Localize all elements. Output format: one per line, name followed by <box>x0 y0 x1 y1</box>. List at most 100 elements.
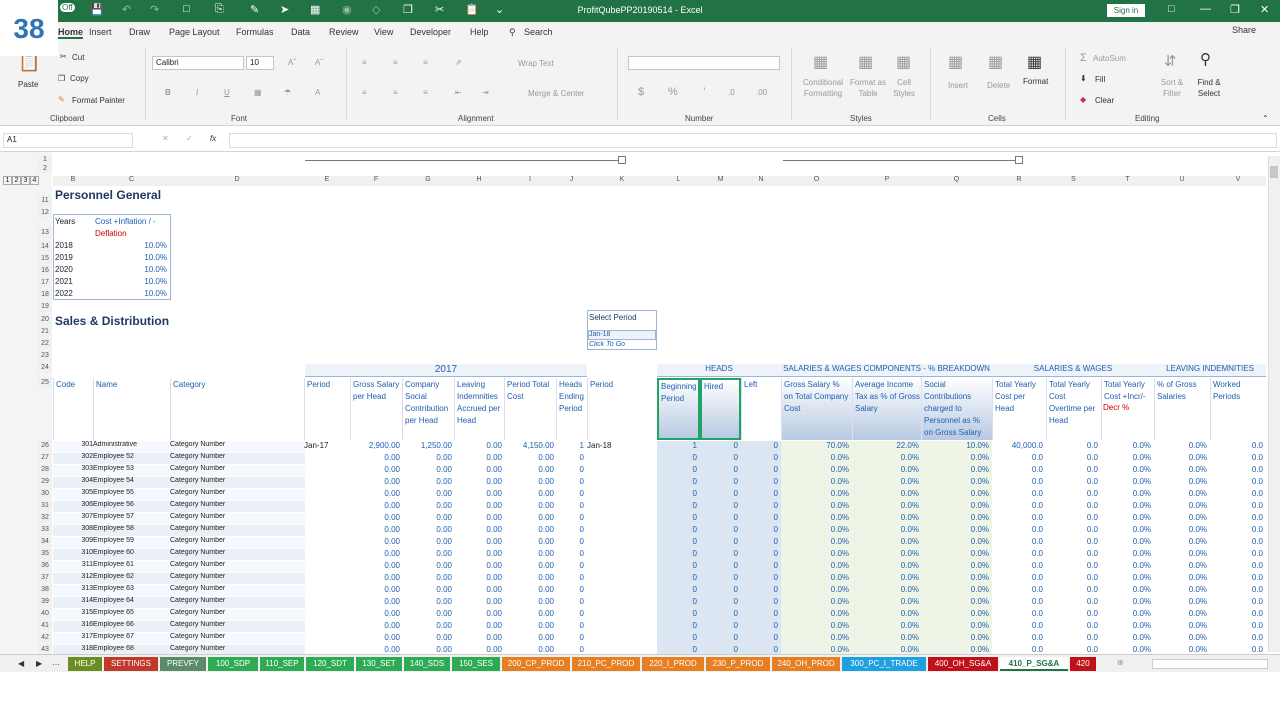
tab-insert[interactable]: Insert <box>89 27 112 37</box>
left-cell[interactable]: 0 <box>741 597 778 608</box>
name-cell[interactable]: Employee 66 <box>93 621 170 632</box>
currency-icon[interactable]: $ <box>638 86 644 98</box>
gross-pct-cell[interactable]: 0.0% <box>781 645 849 654</box>
sheet-tab[interactable]: 100_SDP <box>208 657 258 671</box>
yearly-cost-cell[interactable]: 0.0 <box>992 609 1043 620</box>
social-contribution-cell[interactable]: 0.00 <box>402 573 452 584</box>
increment-cell[interactable]: 0.0% <box>1101 573 1151 584</box>
row-header[interactable]: 18 <box>38 289 52 300</box>
increment-cell[interactable]: 0.0% <box>1101 597 1151 608</box>
gross-salary-cell[interactable]: 0.00 <box>350 513 400 524</box>
overtime-cell[interactable]: 0.0 <box>1046 453 1098 464</box>
left-cell[interactable]: 0 <box>741 465 778 476</box>
column-header[interactable]: F <box>350 176 402 186</box>
contribution-pct-cell[interactable]: 0.0% <box>921 513 989 524</box>
contribution-pct-cell[interactable]: 0.0% <box>921 573 989 584</box>
gross-salary-cell[interactable]: 0.00 <box>350 477 400 488</box>
copy-icon[interactable]: ❐ <box>58 74 65 83</box>
category-cell[interactable]: Category Number <box>170 549 304 560</box>
fill-color-icon[interactable]: ☂ <box>284 88 291 97</box>
name-cell[interactable]: Employee 57 <box>93 513 170 524</box>
increment-cell[interactable]: 0.0% <box>1101 585 1151 596</box>
row-header[interactable]: 33 <box>38 524 52 535</box>
name-cell[interactable]: Administrative <box>93 441 170 452</box>
left-cell[interactable]: 0 <box>741 477 778 488</box>
worked-periods-cell[interactable]: 0.0 <box>1210 501 1263 512</box>
contribution-pct-cell[interactable]: 0.0% <box>921 645 989 654</box>
period-cell[interactable]: Jan-17 <box>304 441 350 452</box>
hired-cell[interactable]: 0 <box>700 441 738 452</box>
column-header[interactable]: V <box>1210 176 1266 186</box>
search-icon[interactable]: ⚲ <box>509 27 516 38</box>
left-cell[interactable]: 0 <box>741 501 778 512</box>
share-button[interactable]: Share <box>1232 25 1256 35</box>
row-header[interactable]: 15 <box>38 253 52 264</box>
row-header[interactable]: 1 <box>38 156 52 164</box>
yearly-cost-cell[interactable]: 0.0 <box>992 621 1043 632</box>
column-header[interactable]: I <box>504 176 556 186</box>
increment-cell[interactable]: 0.0% <box>1101 453 1151 464</box>
bottom-align-icon[interactable]: ≡ <box>423 58 428 67</box>
increment-cell[interactable]: 0.0% <box>1101 645 1151 654</box>
contribution-pct-cell[interactable]: 0.0% <box>921 465 989 476</box>
gross-salary-cell[interactable]: 0.00 <box>350 549 400 560</box>
worksheet-grid[interactable]: 1 2 1 2 3 4 BCDEFGHIJKLMNOPQRSTUV 11 12 13… <box>0 152 1280 654</box>
social-contribution-cell[interactable]: 0.00 <box>402 645 452 654</box>
gross-pct-cell[interactable]: 70.0% <box>781 441 849 452</box>
conditional-formatting-button[interactable]: Conditional Formatting <box>800 77 846 99</box>
left-cell[interactable]: 0 <box>741 537 778 548</box>
sheet-tab[interactable]: 400_OH_SG&A <box>928 657 998 671</box>
tab-developer[interactable]: Developer <box>410 27 451 37</box>
outline-level-button[interactable]: 2 <box>12 176 21 185</box>
align-right-icon[interactable]: ≡ <box>423 88 428 97</box>
gross-salary-cell[interactable]: 0.00 <box>350 465 400 476</box>
row-header[interactable]: 14 <box>38 241 52 252</box>
social-contribution-cell[interactable]: 0.00 <box>402 453 452 464</box>
beginning-heads-cell[interactable]: 0 <box>657 549 697 560</box>
name-cell[interactable]: Employee 58 <box>93 525 170 536</box>
merge-center-button[interactable]: Merge & Center <box>528 89 584 98</box>
column-header[interactable]: T <box>1101 176 1154 186</box>
wrap-text-button[interactable]: Wrap Text <box>518 59 554 68</box>
gross-pct-cell[interactable]: 0.0% <box>781 501 849 512</box>
column-header[interactable]: H <box>454 176 504 186</box>
tab-formulas[interactable]: Formulas <box>236 27 274 37</box>
row-header[interactable]: 37 <box>38 572 52 583</box>
worked-periods-cell[interactable]: 0.0 <box>1210 609 1263 620</box>
row-header[interactable]: 29 <box>38 476 52 487</box>
sheet-tab[interactable]: PREVFY <box>160 657 206 671</box>
contribution-pct-cell[interactable]: 0.0% <box>921 597 989 608</box>
overtime-cell[interactable]: 0.0 <box>1046 441 1098 452</box>
gross-pct-cell[interactable]: 0.0% <box>781 465 849 476</box>
yearly-cost-cell[interactable]: 0.0 <box>992 537 1043 548</box>
beginning-heads-cell[interactable]: 0 <box>657 609 697 620</box>
overtime-cell[interactable]: 0.0 <box>1046 501 1098 512</box>
increment-cell[interactable]: 0.0% <box>1101 477 1151 488</box>
gross-salary-cell[interactable]: 0.00 <box>350 573 400 584</box>
category-cell[interactable]: Category Number <box>170 621 304 632</box>
clear-icon[interactable]: ◆ <box>1080 95 1086 104</box>
income-tax-cell[interactable]: 0.0% <box>852 561 919 572</box>
sheet-tab[interactable]: 150_SES <box>452 657 500 671</box>
pct-gross-cell[interactable]: 0.0% <box>1154 453 1207 464</box>
income-tax-cell[interactable]: 0.0% <box>852 597 919 608</box>
name-cell[interactable]: Employee 62 <box>93 573 170 584</box>
sheet-tab[interactable]: 420 <box>1070 657 1096 671</box>
category-cell[interactable]: Category Number <box>170 441 304 452</box>
worked-periods-cell[interactable]: 0.0 <box>1210 585 1263 596</box>
beginning-heads-cell[interactable]: 0 <box>657 525 697 536</box>
increase-indent-icon[interactable]: ⇥ <box>482 88 489 97</box>
collapse-ribbon-icon[interactable]: ⌃ <box>1262 114 1269 123</box>
name-cell[interactable]: Employee 67 <box>93 633 170 644</box>
beginning-heads-cell[interactable]: 0 <box>657 477 697 488</box>
yearly-cost-cell[interactable]: 0.0 <box>992 477 1043 488</box>
sheet-tab[interactable]: 110_SEP <box>260 657 304 671</box>
column-header[interactable]: M <box>700 176 741 186</box>
left-cell[interactable]: 0 <box>741 621 778 632</box>
hired-cell[interactable]: 0 <box>700 561 738 572</box>
yearly-cost-cell[interactable]: 40,000.0 <box>992 441 1043 452</box>
sheet-tab[interactable]: 230_P_PROD <box>706 657 770 671</box>
row-header[interactable]: 43 <box>38 644 52 654</box>
delete-cells-button[interactable]: Delete <box>987 81 1010 90</box>
find-select-icon[interactable]: ⚲ <box>1200 50 1211 68</box>
